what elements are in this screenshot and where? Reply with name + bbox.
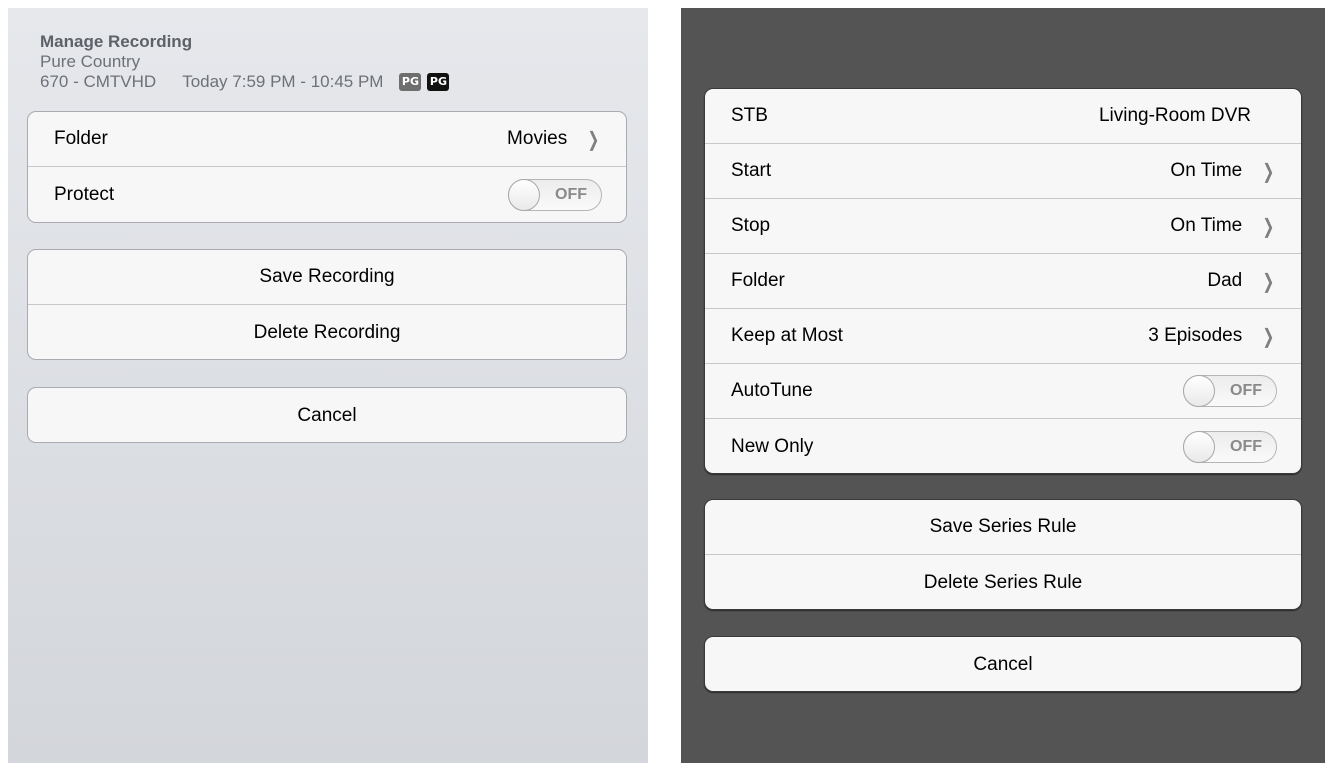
start-label: Start <box>731 160 772 181</box>
stop-label: Stop <box>731 215 771 236</box>
cancel-button[interactable]: Cancel <box>28 388 626 442</box>
series-actions-group: Save Series Rule Delete Series Rule <box>704 499 1302 610</box>
airtime-text: Today 7:59 PM - 10:45 PM <box>182 72 384 91</box>
new-only-toggle[interactable]: OFF <box>1183 430 1277 463</box>
keep-at-most-label: Keep at Most <box>731 325 843 346</box>
recording-settings-group: Folder Movies ❯ Protect OFF <box>27 111 627 223</box>
series-rule-panel: STB Living-Room DVR Start On Time ❯ Stop… <box>681 8 1325 763</box>
new-only-row: New Only OFF <box>705 419 1301 473</box>
channel-text: 670 - CMTVHD <box>40 72 157 91</box>
delete-recording-button[interactable]: Delete Recording <box>28 305 626 359</box>
recording-header: Manage Recording Pure Country 670 - CMTV… <box>40 32 450 92</box>
toggle-state-label: OFF <box>1230 437 1262 455</box>
cancel-group: Cancel <box>704 636 1302 692</box>
chevron-right-icon: ❯ <box>587 127 600 151</box>
folder-label: Folder <box>731 270 785 291</box>
page-title: Manage Recording <box>40 32 193 51</box>
show-title: Pure Country <box>40 52 141 71</box>
airing-info: 670 - CMTVHD Today 7:59 PM - 10:45 PM PG… <box>40 72 450 92</box>
folder-value: Dad <box>1207 270 1243 291</box>
toggle-knob <box>508 178 540 211</box>
stb-value: Living-Room DVR <box>1098 105 1251 126</box>
manage-recording-panel: Manage Recording Pure Country 670 - CMTV… <box>8 8 648 763</box>
delete-series-rule-button[interactable]: Delete Series Rule <box>705 555 1301 609</box>
pg-rating-icon: PG <box>427 73 450 91</box>
save-recording-button[interactable]: Save Recording <box>28 250 626 305</box>
start-row[interactable]: Start On Time ❯ <box>705 144 1301 199</box>
cancel-group: Cancel <box>27 387 627 443</box>
keep-at-most-value: 3 Episodes <box>1148 325 1243 346</box>
stb-row[interactable]: STB Living-Room DVR <box>705 89 1301 144</box>
protect-label: Protect <box>54 183 115 205</box>
protect-toggle[interactable]: OFF <box>508 178 602 211</box>
folder-value: Movies <box>507 128 568 149</box>
toggle-state-label: OFF <box>555 185 587 203</box>
keep-at-most-row[interactable]: Keep at Most 3 Episodes ❯ <box>705 309 1301 364</box>
autotune-toggle[interactable]: OFF <box>1183 375 1277 407</box>
stop-value: On Time <box>1170 215 1243 236</box>
folder-row[interactable]: Folder Movies ❯ <box>28 112 626 167</box>
stb-label: STB <box>731 105 768 126</box>
autotune-label: AutoTune <box>731 380 813 401</box>
stop-row[interactable]: Stop On Time ❯ <box>705 199 1301 254</box>
toggle-state-label: OFF <box>1230 382 1262 399</box>
cancel-button[interactable]: Cancel <box>705 637 1301 691</box>
recording-actions-group: Save Recording Delete Recording <box>27 249 627 360</box>
chevron-right-icon: ❯ <box>1262 269 1275 293</box>
autotune-row: AutoTune OFF <box>705 364 1301 419</box>
chevron-right-icon: ❯ <box>1262 324 1275 348</box>
folder-row[interactable]: Folder Dad ❯ <box>705 254 1301 309</box>
toggle-knob <box>1183 375 1215 407</box>
series-settings-group: STB Living-Room DVR Start On Time ❯ Stop… <box>704 88 1302 474</box>
start-value: On Time <box>1170 160 1243 181</box>
chevron-right-icon: ❯ <box>1262 159 1275 183</box>
folder-label: Folder <box>54 128 108 149</box>
new-only-label: New Only <box>731 435 814 457</box>
save-series-rule-button[interactable]: Save Series Rule <box>705 500 1301 555</box>
chevron-right-icon: ❯ <box>1262 214 1275 238</box>
toggle-knob <box>1183 430 1215 463</box>
protect-row: Protect OFF <box>28 167 626 222</box>
tv-pg-rating-icon: PG <box>399 73 422 91</box>
